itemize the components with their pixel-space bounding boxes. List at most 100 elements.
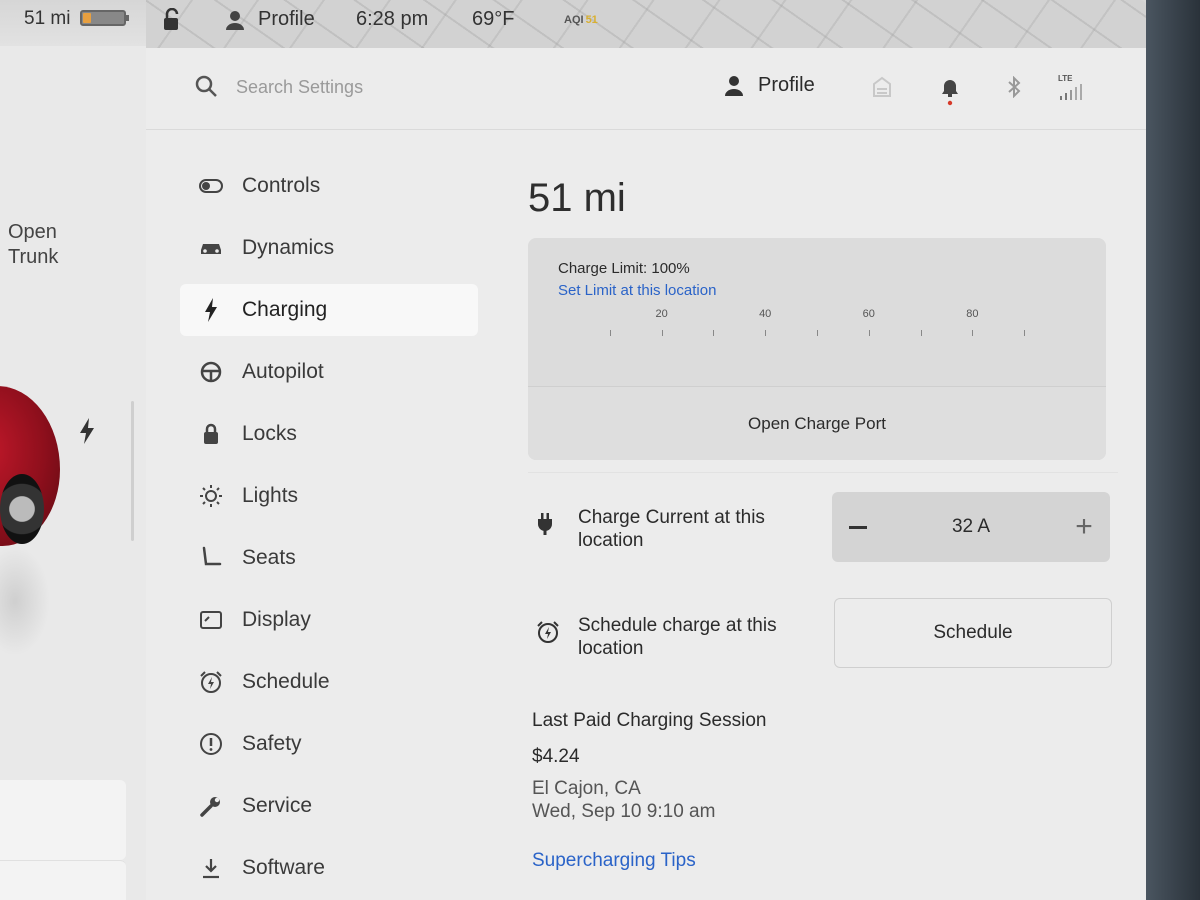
supercharging-tips-link[interactable]: Supercharging Tips [532, 850, 696, 872]
charging-bolt-icon [78, 418, 96, 449]
car-icon [198, 235, 224, 261]
settings-window: Profile LTE Controls Dynamics Charging [146, 48, 1146, 900]
charge-limit-area: Charge Limit: 100% Set Limit at this loc… [528, 238, 1106, 386]
car-wheel [0, 474, 44, 544]
seat-icon [198, 545, 224, 571]
charge-current-value: 32 A [951, 516, 991, 537]
profile-label: Profile [758, 74, 815, 96]
sidebar-item-safety[interactable]: Safety [180, 718, 478, 770]
car-control-card[interactable] [0, 780, 126, 860]
slider-tick-label: 60 [862, 308, 875, 320]
charge-current-stepper: 32 A + [832, 492, 1110, 562]
plug-icon [536, 506, 562, 541]
plus-icon: + [1075, 510, 1093, 543]
open-trunk-button[interactable]: Open Trunk [8, 220, 58, 270]
screen-bezel [1146, 0, 1200, 900]
aqi-label: AQI [564, 14, 584, 26]
sidebar-item-service[interactable]: Service [180, 780, 478, 832]
sidebar-item-label: Controls [242, 174, 321, 197]
sidebar-item-lights[interactable]: Lights [180, 470, 478, 522]
open-charge-port-button[interactable]: Open Charge Port [528, 386, 1106, 460]
sidebar-item-dynamics[interactable]: Dynamics [180, 222, 478, 274]
sidebar-item-label: Dynamics [242, 236, 335, 259]
sidebar-item-software[interactable]: Software [180, 842, 478, 894]
notification-bell-icon[interactable] [940, 76, 960, 111]
slider-tick [1024, 330, 1026, 336]
sidebar-item-schedule[interactable]: Schedule [180, 656, 478, 708]
unlock-icon[interactable] [160, 8, 182, 32]
slider-tick [609, 330, 611, 336]
sidebar-item-label: Seats [242, 546, 296, 569]
sidebar-item-controls[interactable]: Controls [180, 160, 478, 212]
lte-label: LTE [1058, 74, 1073, 83]
status-temperature: 69°F [472, 8, 515, 30]
sidebar-item-label: Charging [242, 298, 328, 321]
slider-ticks: 20 40 60 80 [558, 308, 1076, 342]
car-control-card[interactable] [0, 860, 126, 900]
sidebar-item-autopilot[interactable]: Autopilot [180, 346, 478, 398]
slider-tick-label: 80 [966, 308, 979, 320]
slider-tick [713, 330, 715, 336]
open-trunk-label-line1: Open [8, 221, 57, 243]
sidebar-item-label: Locks [242, 422, 297, 445]
sidebar-item-display[interactable]: Display [180, 594, 478, 646]
status-time: 6:28 pm [356, 8, 429, 30]
slider-tick [661, 330, 663, 336]
minus-icon [849, 525, 867, 529]
lock-icon [198, 421, 224, 447]
status-profile-label: Profile [258, 8, 315, 30]
slider-tick [765, 330, 767, 336]
car-panel-scrollbar[interactable] [131, 401, 134, 541]
download-icon [198, 855, 224, 881]
light-icon [198, 483, 224, 509]
schedule-charge-label: Schedule charge at this location [578, 615, 777, 659]
sidebar-item-label: Display [242, 608, 311, 631]
lte-signal-icon: LTE [1058, 74, 1084, 105]
wrench-icon [198, 793, 224, 819]
alarm-clock-bolt-icon [536, 614, 562, 649]
search-input[interactable] [236, 72, 596, 102]
slider-tick [817, 330, 818, 336]
status-range: 51 mi [24, 8, 71, 29]
bolt-icon [198, 297, 224, 323]
sidebar-item-label: Autopilot [242, 360, 324, 383]
range-display: 51 mi [528, 176, 626, 220]
slider-tick [868, 330, 870, 336]
alarm-clock-icon [198, 669, 224, 695]
settings-sidebar: Controls Dynamics Charging Autopilot Loc… [180, 160, 478, 900]
sidebar-item-label: Lights [242, 484, 299, 507]
sidebar-item-locks[interactable]: Locks [180, 408, 478, 460]
slider-tick [920, 330, 922, 336]
charge-limit-card: Charge Limit: 100% Set Limit at this loc… [528, 238, 1106, 460]
aqi-indicator: AQI 51 [564, 14, 598, 26]
sidebar-item-seats[interactable]: Seats [180, 532, 478, 584]
settings-header: Profile LTE [146, 48, 1146, 130]
last-session-amount: $4.24 [532, 746, 580, 767]
toggle-icon [198, 173, 224, 199]
charge-limit-label: Charge Limit: 100% [558, 260, 690, 277]
car-shadow [0, 546, 50, 656]
search-icon[interactable] [194, 74, 218, 103]
schedule-button[interactable]: Schedule [834, 598, 1112, 668]
garage-icon[interactable] [872, 76, 892, 103]
decrease-current-button[interactable] [832, 492, 884, 562]
sidebar-item-charging[interactable]: Charging [180, 284, 478, 336]
charge-current-label: Charge Current at this location [578, 507, 765, 551]
person-icon [226, 10, 244, 30]
battery-icon [80, 10, 129, 26]
last-session-time: Wed, Sep 10 9:10 am [532, 801, 716, 822]
sidebar-item-label: Service [242, 794, 313, 817]
status-profile[interactable]: Profile [224, 8, 315, 31]
sidebar-item-label: Software [242, 856, 325, 879]
car-panel: Open Trunk [0, 46, 146, 900]
bluetooth-icon[interactable] [1006, 75, 1022, 103]
display-icon [198, 607, 224, 633]
last-session-location: El Cajon, CA [532, 778, 641, 799]
profile-button[interactable]: Profile [724, 74, 815, 97]
slider-tick [972, 330, 974, 336]
open-trunk-label-line2: Trunk [8, 246, 59, 268]
slider-tick-label: 20 [655, 308, 668, 320]
increase-current-button[interactable]: + [1058, 492, 1110, 562]
set-limit-link[interactable]: Set Limit at this location [558, 282, 716, 299]
divider [528, 472, 1118, 473]
